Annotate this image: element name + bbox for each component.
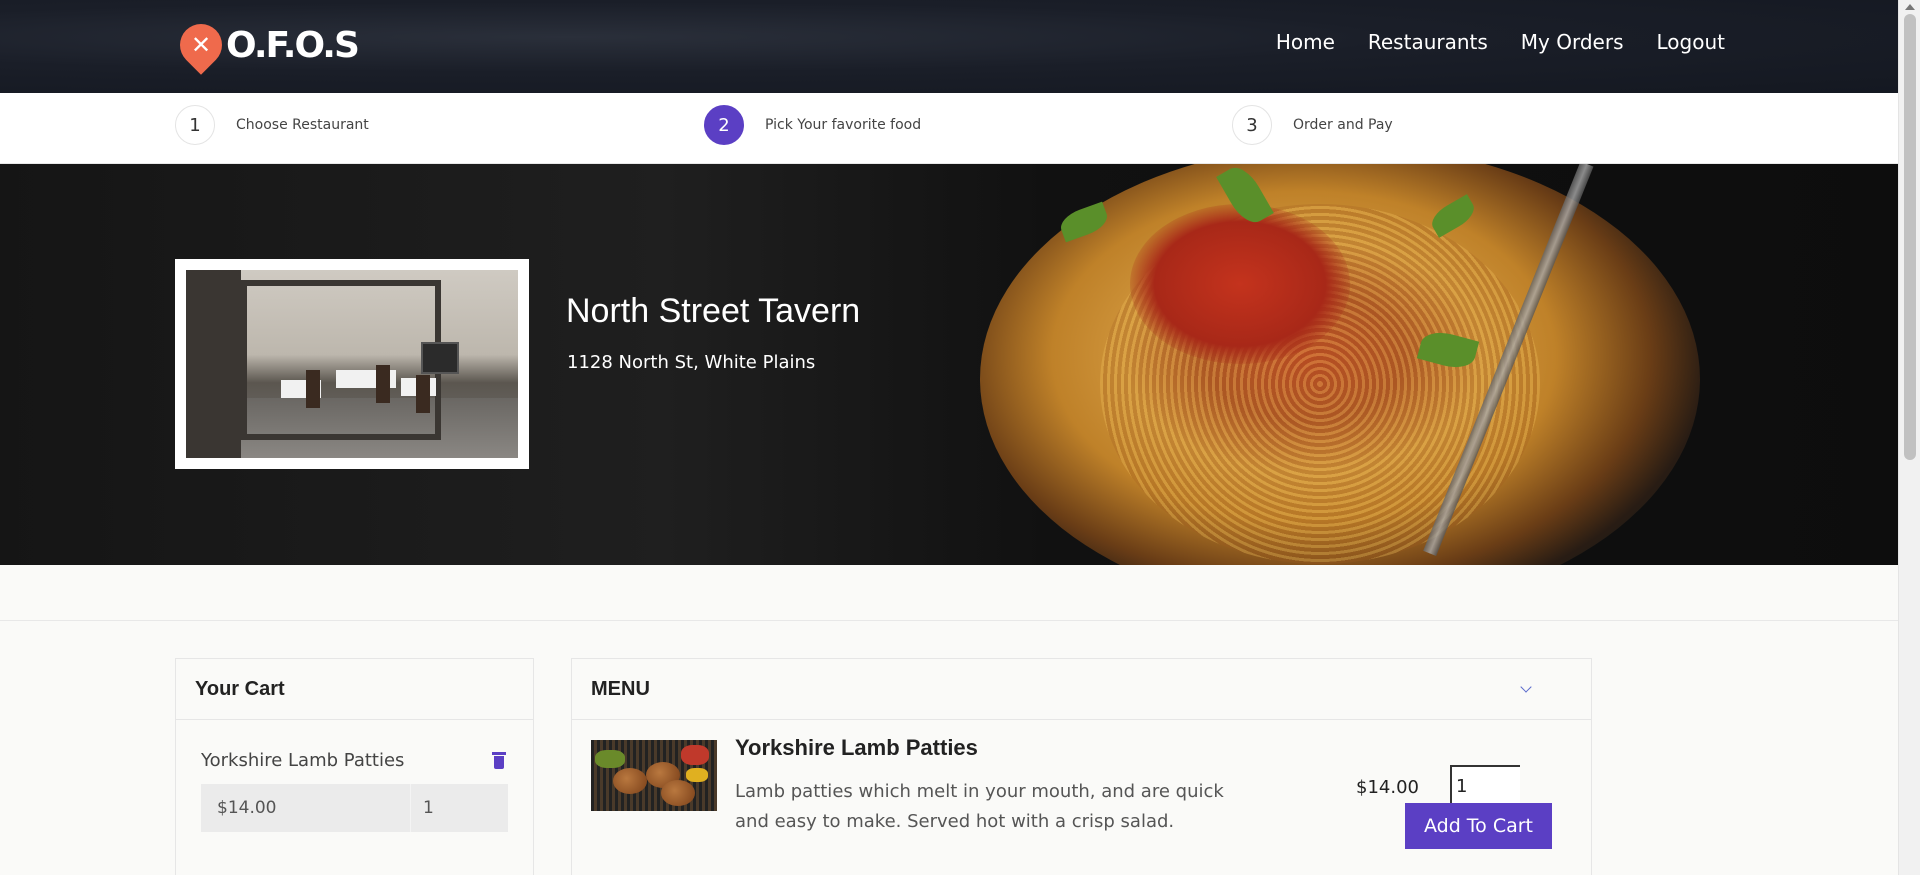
scroll-up-arrow-icon[interactable]: [1905, 4, 1915, 10]
nav-logout-link[interactable]: Logout: [1657, 30, 1725, 54]
logo-text: O.F.O.S: [226, 24, 360, 66]
menu-title: MENU: [591, 677, 650, 700]
lamb-patties-image: [591, 740, 717, 811]
add-to-cart-button[interactable]: Add To Cart: [1405, 803, 1552, 849]
order-steps: 1 Choose Restaurant 2 Pick Your favorite…: [0, 93, 1898, 164]
cart-title: Your Cart: [195, 677, 285, 700]
logo-pin-icon: ✕: [171, 15, 231, 75]
cart-panel: Your Cart Yorkshire Lamb Patties $14.00 …: [175, 658, 534, 875]
page-scrollbar[interactable]: [1898, 0, 1920, 875]
restaurant-photo-card: [175, 259, 529, 469]
quantity-input[interactable]: [1450, 765, 1520, 805]
section-divider: [0, 565, 1898, 621]
nav-my-orders-link[interactable]: My Orders: [1521, 30, 1624, 54]
step-number: 1: [175, 105, 215, 145]
cart-item: Yorkshire Lamb Patties $14.00 1: [176, 720, 533, 832]
chevron-down-icon[interactable]: [1520, 681, 1532, 693]
menu-header[interactable]: MENU: [572, 659, 1591, 720]
step-choose-restaurant[interactable]: 1 Choose Restaurant: [175, 105, 369, 145]
menu-item-name: Yorkshire Lamb Patties: [735, 735, 978, 760]
menu-panel: MENU Yorkshire Lamb Patties Lamb patties…: [571, 658, 1592, 875]
site-logo[interactable]: ✕ O.F.O.S: [171, 15, 360, 75]
cart-item-name: Yorkshire Lamb Patties: [201, 750, 405, 771]
tomato-sauce: [1130, 204, 1350, 364]
step-number: 2: [704, 105, 744, 145]
restaurant-address: 1128 North St, White Plains: [567, 352, 816, 373]
cart-item-qty-field: 1: [423, 798, 434, 818]
top-navbar: ✕ O.F.O.S Home Restaurants My Orders Log…: [0, 0, 1898, 93]
step-label: Choose Restaurant: [236, 117, 369, 133]
step-order-pay[interactable]: 3 Order and Pay: [1232, 105, 1393, 145]
step-pick-food[interactable]: 2 Pick Your favorite food: [704, 105, 921, 145]
cart-item-price-field: $14.00: [201, 784, 411, 832]
main-nav: Home Restaurants My Orders Logout: [1276, 30, 1725, 54]
menu-item-price: $14.00: [1356, 777, 1419, 798]
nav-restaurants-link[interactable]: Restaurants: [1368, 30, 1488, 54]
cart-header: Your Cart: [176, 659, 533, 720]
step-label: Order and Pay: [1293, 117, 1393, 133]
step-number: 3: [1232, 105, 1272, 145]
menu-item-description: Lamb patties which melt in your mouth, a…: [735, 781, 1224, 832]
restaurant-photo: [186, 270, 518, 458]
nav-home-link[interactable]: Home: [1276, 30, 1335, 54]
restaurant-name: North Street Tavern: [566, 292, 861, 330]
step-label: Pick Your favorite food: [765, 117, 922, 133]
scrollbar-thumb[interactable]: [1904, 14, 1916, 460]
trash-icon[interactable]: [492, 752, 506, 769]
